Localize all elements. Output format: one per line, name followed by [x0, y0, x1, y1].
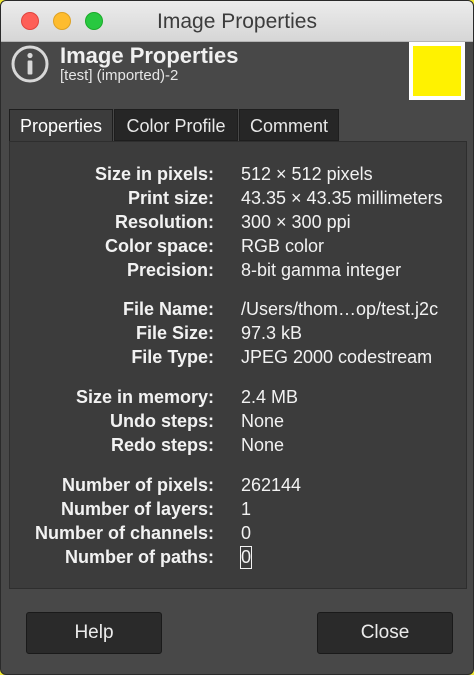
property-label: Number of paths: [64, 547, 214, 567]
thumbnail-preview [413, 46, 461, 96]
property-value: 512 × 512 pixels [241, 164, 373, 184]
help-button[interactable]: Help [26, 612, 162, 654]
property-value: 2.4 MB [241, 387, 299, 407]
property-label: File Type: [131, 347, 214, 367]
property-label: Redo steps: [110, 435, 214, 455]
property-value[interactable]: 0 [239, 546, 253, 569]
property-row: Number of pixels: 262144 [10, 475, 466, 499]
property-label: Number of layers: [60, 499, 214, 519]
property-row: File Type: JPEG 2000 codestream [10, 347, 466, 371]
close-button[interactable]: Close [317, 612, 453, 654]
property-value: /Users/thom…op/test.j2c [241, 299, 439, 319]
image-name: [test] (imported)-2 [60, 67, 179, 84]
header-title: Image Properties [60, 43, 239, 68]
property-value: 300 × 300 ppi [241, 212, 351, 232]
property-label: Number of channels: [34, 523, 214, 543]
property-value: 1 [241, 499, 252, 519]
property-value: 97.3 kB [241, 323, 303, 343]
property-value: 8-bit gamma integer [241, 260, 402, 280]
property-row: Undo steps: None [10, 411, 466, 435]
tab-comment[interactable]: Comment [239, 109, 339, 141]
property-label: Color space: [104, 236, 214, 256]
property-row: Precision: 8-bit gamma integer [10, 260, 466, 284]
property-row: Color space: RGB color [10, 236, 466, 260]
property-value: None [241, 411, 285, 431]
property-value: 43.35 × 43.35 millimeters [241, 188, 443, 208]
property-row: File Size: 97.3 kB [10, 323, 466, 347]
property-value: JPEG 2000 codestream [241, 347, 433, 367]
property-row: Number of channels: 0 [10, 523, 466, 547]
property-value: 262144 [241, 475, 302, 495]
window-title: Image Properties [157, 10, 317, 33]
property-row: Resolution: 300 × 300 ppi [10, 212, 466, 236]
tab-color-profile[interactable]: Color Profile [114, 109, 238, 141]
property-label: Size in pixels: [94, 164, 214, 184]
property-row: Number of paths: 0 [10, 546, 466, 571]
property-label: Number of pixels: [61, 475, 214, 495]
property-label: Size in memory: [75, 387, 214, 407]
properties-panel: Size in pixels: 512 × 512 pixels Print s… [9, 141, 467, 589]
property-label: Resolution: [115, 212, 214, 232]
property-row: File Name: /Users/thom…op/test.j2c [10, 299, 466, 323]
property-label: File Size: [135, 323, 214, 343]
property-row: Size in pixels: 512 × 512 pixels [10, 164, 466, 188]
property-label: File Name: [122, 299, 214, 319]
property-value: RGB color [241, 236, 325, 256]
property-row: Redo steps: None [10, 435, 466, 459]
title-bar[interactable]: Image Properties [1, 1, 473, 42]
property-row: Size in memory: 2.4 MB [10, 387, 466, 411]
property-value: None [241, 435, 285, 455]
property-label: Print size: [127, 188, 214, 208]
property-label: Undo steps: [109, 411, 214, 431]
image-properties-window: Image Properties Image Properties [test]… [0, 0, 474, 675]
property-row: Print size: 43.35 × 43.35 millimeters [10, 188, 466, 212]
property-label: Precision: [126, 260, 214, 280]
tab-properties[interactable]: Properties [9, 109, 113, 142]
info-icon [11, 45, 49, 83]
image-thumbnail [409, 42, 465, 100]
property-value: 0 [241, 523, 252, 543]
property-row: Number of layers: 1 [10, 499, 466, 523]
